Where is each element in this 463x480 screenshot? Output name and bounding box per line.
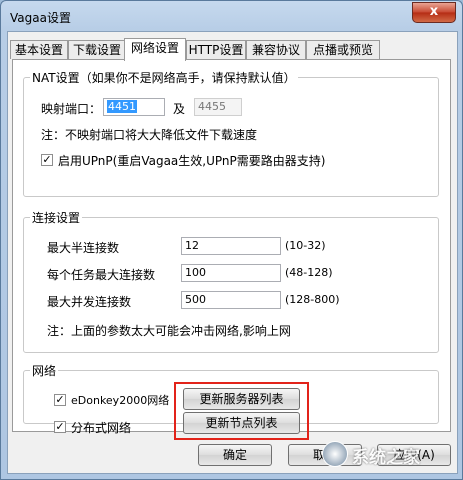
per-task-label: 每个任务最大连接数 [47, 268, 156, 282]
nat-note: 注：不映射端口将大大降低文件下载速度 [41, 128, 258, 142]
and-label: 及 [173, 102, 186, 116]
network-legend: 网络 [32, 364, 57, 378]
half-open-label: 最大半连接数 [47, 241, 120, 255]
update-server-list-button[interactable]: 更新服务器列表 [183, 388, 300, 410]
half-open-input[interactable]: 12 [181, 237, 281, 255]
window-title: Vagaa设置 [10, 11, 71, 25]
half-open-range: (10-32) [285, 239, 326, 252]
port-input-value: 4451 [107, 100, 137, 113]
tab-download[interactable]: 下载设置 [68, 40, 126, 59]
close-icon: x [429, 4, 439, 19]
ok-button[interactable]: 确定 [198, 444, 272, 466]
tab-compat[interactable]: 兼容协议 [246, 40, 306, 59]
connection-legend: 连接设置 [32, 211, 81, 225]
watermark: 系统之家 [322, 441, 452, 471]
upnp-label: 启用UPnP(重启Vagaa生效,UPnP需要路由器支持) [58, 154, 326, 168]
network-settings-panel: NAT设置（如果你不是网络高手，请保持默认值） 映射端口： 4451 及 445… [12, 59, 451, 440]
update-node-list-button[interactable]: 更新节点列表 [183, 412, 300, 434]
port-label: 映射端口： [41, 102, 102, 116]
per-task-input[interactable]: 100 [181, 264, 281, 282]
edonkey-label: eDonkey2000网络 [71, 394, 170, 407]
concurrent-range: (128-800) [285, 293, 340, 306]
watermark-text: 系统之家 [352, 448, 420, 468]
tab-http[interactable]: HTTP设置 [186, 40, 246, 59]
tab-network[interactable]: 网络设置 [124, 38, 186, 61]
connection-note: 注：上面的参数太大可能会冲击网络,影响上网 [47, 324, 291, 338]
concurrent-label: 最大并发连接数 [47, 295, 132, 309]
settings-window: Vagaa设置 x 基本设置 下载设置 网络设置 HTTP设置 兼容协议 点播或… [0, 0, 463, 480]
distributed-checkbox[interactable]: ✓ [54, 421, 66, 433]
nat-legend: NAT设置（如果你不是网络高手，请保持默认值） [32, 71, 296, 85]
tab-basic[interactable]: 基本设置 [10, 40, 68, 59]
close-button[interactable]: x [412, 2, 456, 23]
concurrent-input[interactable]: 500 [181, 291, 281, 309]
per-task-range: (48-128) [285, 266, 333, 279]
port-input[interactable]: 4451 [103, 98, 165, 116]
dialog-body: 基本设置 下载设置 网络设置 HTTP设置 兼容协议 点播或预览 NAT设置（如… [7, 31, 458, 474]
upnp-checkbox[interactable]: ✓ [41, 154, 53, 166]
edonkey-checkbox[interactable]: ✓ [54, 394, 66, 406]
watermark-logo-icon [322, 441, 348, 467]
distributed-label: 分布式网络 [71, 421, 132, 435]
tab-vod-preview[interactable]: 点播或预览 [306, 40, 380, 59]
title-bar[interactable]: Vagaa设置 x [1, 1, 462, 31]
port2-input[interactable]: 4455 [194, 98, 242, 116]
